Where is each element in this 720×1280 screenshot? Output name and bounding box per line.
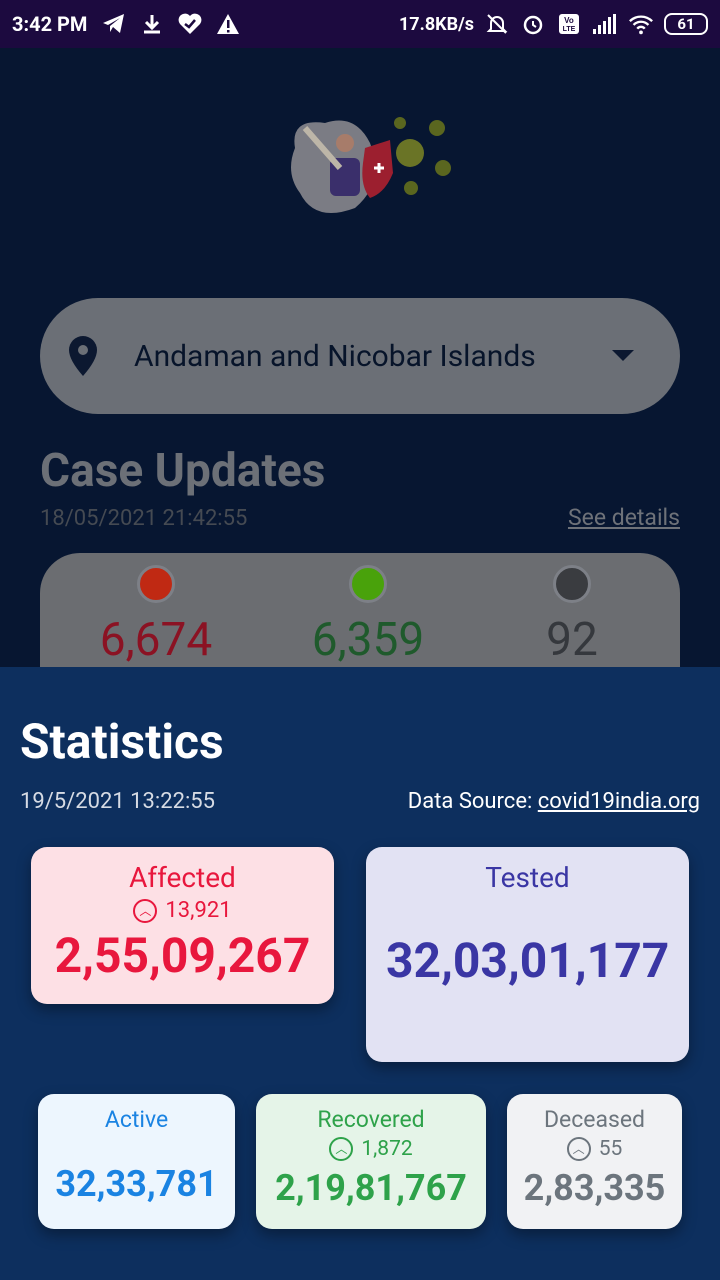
alarm-icon — [520, 11, 546, 37]
statistics-date: 19/5/2021 13:22:55 — [20, 789, 216, 814]
data-source-label: Data Source: — [407, 789, 538, 814]
recovered-card: Recovered ︿ 1,872 2,19,81,767 — [256, 1094, 486, 1229]
deceased-delta-value: 55 — [598, 1137, 623, 1161]
warning-icon — [215, 11, 241, 37]
affected-delta: ︿ 13,921 — [31, 898, 334, 923]
deceased-column: 92 — [482, 553, 662, 667]
see-details-link[interactable]: See details — [568, 504, 680, 531]
data-source-link[interactable]: covid19india.org — [538, 789, 700, 814]
confirmed-dot-icon — [137, 565, 175, 603]
data-source: Data Source: covid19india.org — [408, 789, 700, 814]
active-label: Active — [104, 1106, 169, 1133]
affected-card: Affected ︿ 13,921 2,55,09,267 — [31, 847, 334, 1004]
active-value: 32,33,781 — [55, 1163, 218, 1205]
deceased-card: Deceased ︿ 55 2,83,335 — [507, 1094, 682, 1229]
deceased-value: 92 — [546, 613, 598, 667]
confirmed-value: 6,674 — [99, 613, 213, 667]
location-selected: Andaman and Nicobar Islands — [134, 338, 536, 374]
active-card: Active 32,33,781 — [38, 1094, 235, 1229]
home-screen-background: Andaman and Nicobar Islands Case Updates… — [0, 48, 720, 733]
affected-label: Affected — [129, 861, 236, 894]
net-speed: 17.8KB/s — [398, 13, 474, 35]
increase-icon: ︿ — [133, 898, 158, 923]
tested-label: Tested — [485, 861, 570, 894]
recovered-column: 6,359 — [278, 553, 458, 667]
signal-icon — [592, 11, 618, 37]
svg-text:Vo: Vo — [564, 16, 574, 25]
deceased-value: 2,83,335 — [523, 1167, 666, 1209]
recovered-value: 6,359 — [311, 613, 425, 667]
dropdown-arrow-icon — [612, 350, 634, 361]
location-pin-icon — [66, 334, 100, 378]
deceased-delta: ︿ 55 — [507, 1137, 682, 1161]
tested-card: Tested 32,03,01,177 — [366, 847, 689, 1062]
heart-check-icon — [177, 11, 203, 37]
wifi-icon — [628, 11, 654, 37]
affected-delta-value: 13,921 — [165, 898, 232, 923]
affected-value: 2,55,09,267 — [54, 927, 311, 984]
status-bar: 3:42 PM 17.8KB/s Vo LTE 61 — [0, 0, 720, 48]
increase-icon: ︿ — [329, 1137, 354, 1161]
deceased-label: Deceased — [543, 1106, 646, 1133]
tested-value: 32,03,01,177 — [386, 932, 670, 989]
telegram-icon — [101, 11, 127, 37]
svg-text:LTE: LTE — [563, 26, 576, 33]
recovered-dot-icon — [349, 565, 387, 603]
recovered-delta-value: 1,872 — [361, 1137, 413, 1161]
recovered-label: Recovered — [317, 1106, 425, 1133]
location-dropdown[interactable]: Andaman and Nicobar Islands — [40, 298, 680, 414]
deceased-dot-icon — [553, 565, 591, 603]
status-time: 3:42 PM — [12, 12, 88, 36]
case-updates-title: Case Updates — [40, 444, 326, 498]
download-icon — [139, 11, 165, 37]
mute-icon — [484, 11, 510, 37]
recovered-value: 2,19,81,767 — [275, 1167, 467, 1209]
increase-icon: ︿ — [566, 1137, 591, 1161]
statistics-title: Statistics — [20, 713, 224, 770]
statistics-sheet: Statistics 19/5/2021 13:22:55 Data Sourc… — [0, 667, 720, 1280]
hero-illustration — [285, 108, 465, 218]
battery-indicator: 61 — [664, 13, 708, 35]
case-updates-date: 18/05/2021 21:42:55 — [40, 506, 248, 531]
volte-icon: Vo LTE — [556, 11, 582, 37]
recovered-delta: ︿ 1,872 — [256, 1137, 486, 1161]
confirmed-column: 6,674 — [66, 553, 246, 667]
